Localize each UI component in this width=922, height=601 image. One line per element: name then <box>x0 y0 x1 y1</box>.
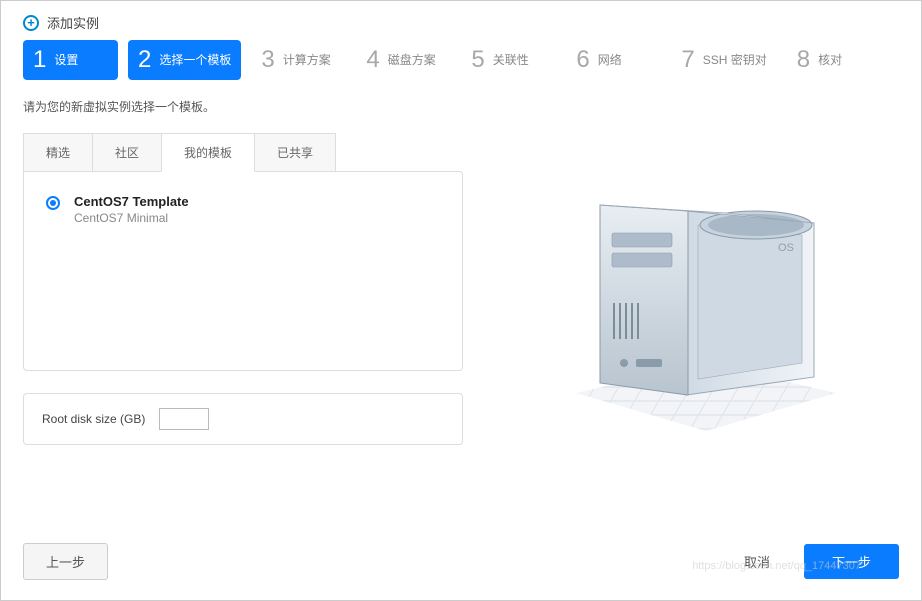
dialog-footer: 上一步 取消 下一步 <box>1 529 921 600</box>
tab-my-templates[interactable]: 我的模板 <box>161 133 255 172</box>
template-tabs: 精选 社区 我的模板 已共享 <box>23 133 463 172</box>
main-content: 精选 社区 我的模板 已共享 CentOS7 Template CentOS7 … <box>1 133 921 453</box>
tab-featured[interactable]: 精选 <box>23 133 93 172</box>
step-label: 网络 <box>598 53 622 67</box>
step-number: 4 <box>366 46 379 74</box>
step-number: 8 <box>797 46 810 74</box>
step-label: 关联性 <box>493 53 529 67</box>
left-column: 精选 社区 我的模板 已共享 CentOS7 Template CentOS7 … <box>23 133 463 453</box>
step-label: 计算方案 <box>283 53 331 67</box>
cancel-button[interactable]: 取消 <box>722 544 792 579</box>
next-button[interactable]: 下一步 <box>804 544 899 579</box>
step-3-compute[interactable]: 3 计算方案 <box>251 40 346 80</box>
step-5-affinity[interactable]: 5 关联性 <box>461 40 556 80</box>
computer-illustration-icon: OS <box>556 163 846 453</box>
step-6-network[interactable]: 6 网络 <box>566 40 661 80</box>
step-number: 5 <box>471 46 484 74</box>
root-disk-row: Root disk size (GB) <box>23 393 463 445</box>
template-list-panel: CentOS7 Template CentOS7 Minimal <box>23 171 463 371</box>
step-label: SSH 密钥对 <box>703 53 767 67</box>
root-disk-label: Root disk size (GB) <box>42 412 145 426</box>
step-label: 设置 <box>54 53 78 67</box>
step-number: 7 <box>681 46 694 74</box>
step-number: 6 <box>576 46 589 74</box>
step-number: 2 <box>138 46 151 74</box>
template-info: CentOS7 Template CentOS7 Minimal <box>74 194 189 225</box>
dialog-title: 添加实例 <box>47 13 99 32</box>
step-2-template[interactable]: 2 选择一个模板 <box>128 40 241 80</box>
step-4-disk[interactable]: 4 磁盘方案 <box>356 40 451 80</box>
instruction-text: 请为您的新虚拟实例选择一个模板。 <box>1 98 921 133</box>
step-number: 1 <box>33 46 46 74</box>
tab-shared[interactable]: 已共享 <box>254 133 336 172</box>
dialog-header: + 添加实例 <box>1 1 921 40</box>
previous-button[interactable]: 上一步 <box>23 543 108 580</box>
tab-community[interactable]: 社区 <box>92 133 162 172</box>
radio-icon[interactable] <box>46 196 60 210</box>
template-name: CentOS7 Template <box>74 194 189 209</box>
template-item[interactable]: CentOS7 Template CentOS7 Minimal <box>46 194 440 225</box>
os-label: OS <box>778 242 794 254</box>
step-label: 选择一个模板 <box>159 53 231 67</box>
step-7-ssh[interactable]: 7 SSH 密钥对 <box>671 40 776 80</box>
wizard-steps: 1 设置 2 选择一个模板 3 计算方案 4 磁盘方案 5 关联性 6 网络 7… <box>1 40 921 98</box>
step-label: 磁盘方案 <box>388 53 436 67</box>
step-1-setup[interactable]: 1 设置 <box>23 40 118 80</box>
step-label: 核对 <box>818 53 842 67</box>
step-8-review[interactable]: 8 核对 <box>787 40 882 80</box>
illustration-column: OS <box>503 133 899 453</box>
step-number: 3 <box>261 46 274 74</box>
add-icon: + <box>23 15 39 31</box>
template-description: CentOS7 Minimal <box>74 211 189 225</box>
root-disk-input[interactable] <box>159 408 209 430</box>
